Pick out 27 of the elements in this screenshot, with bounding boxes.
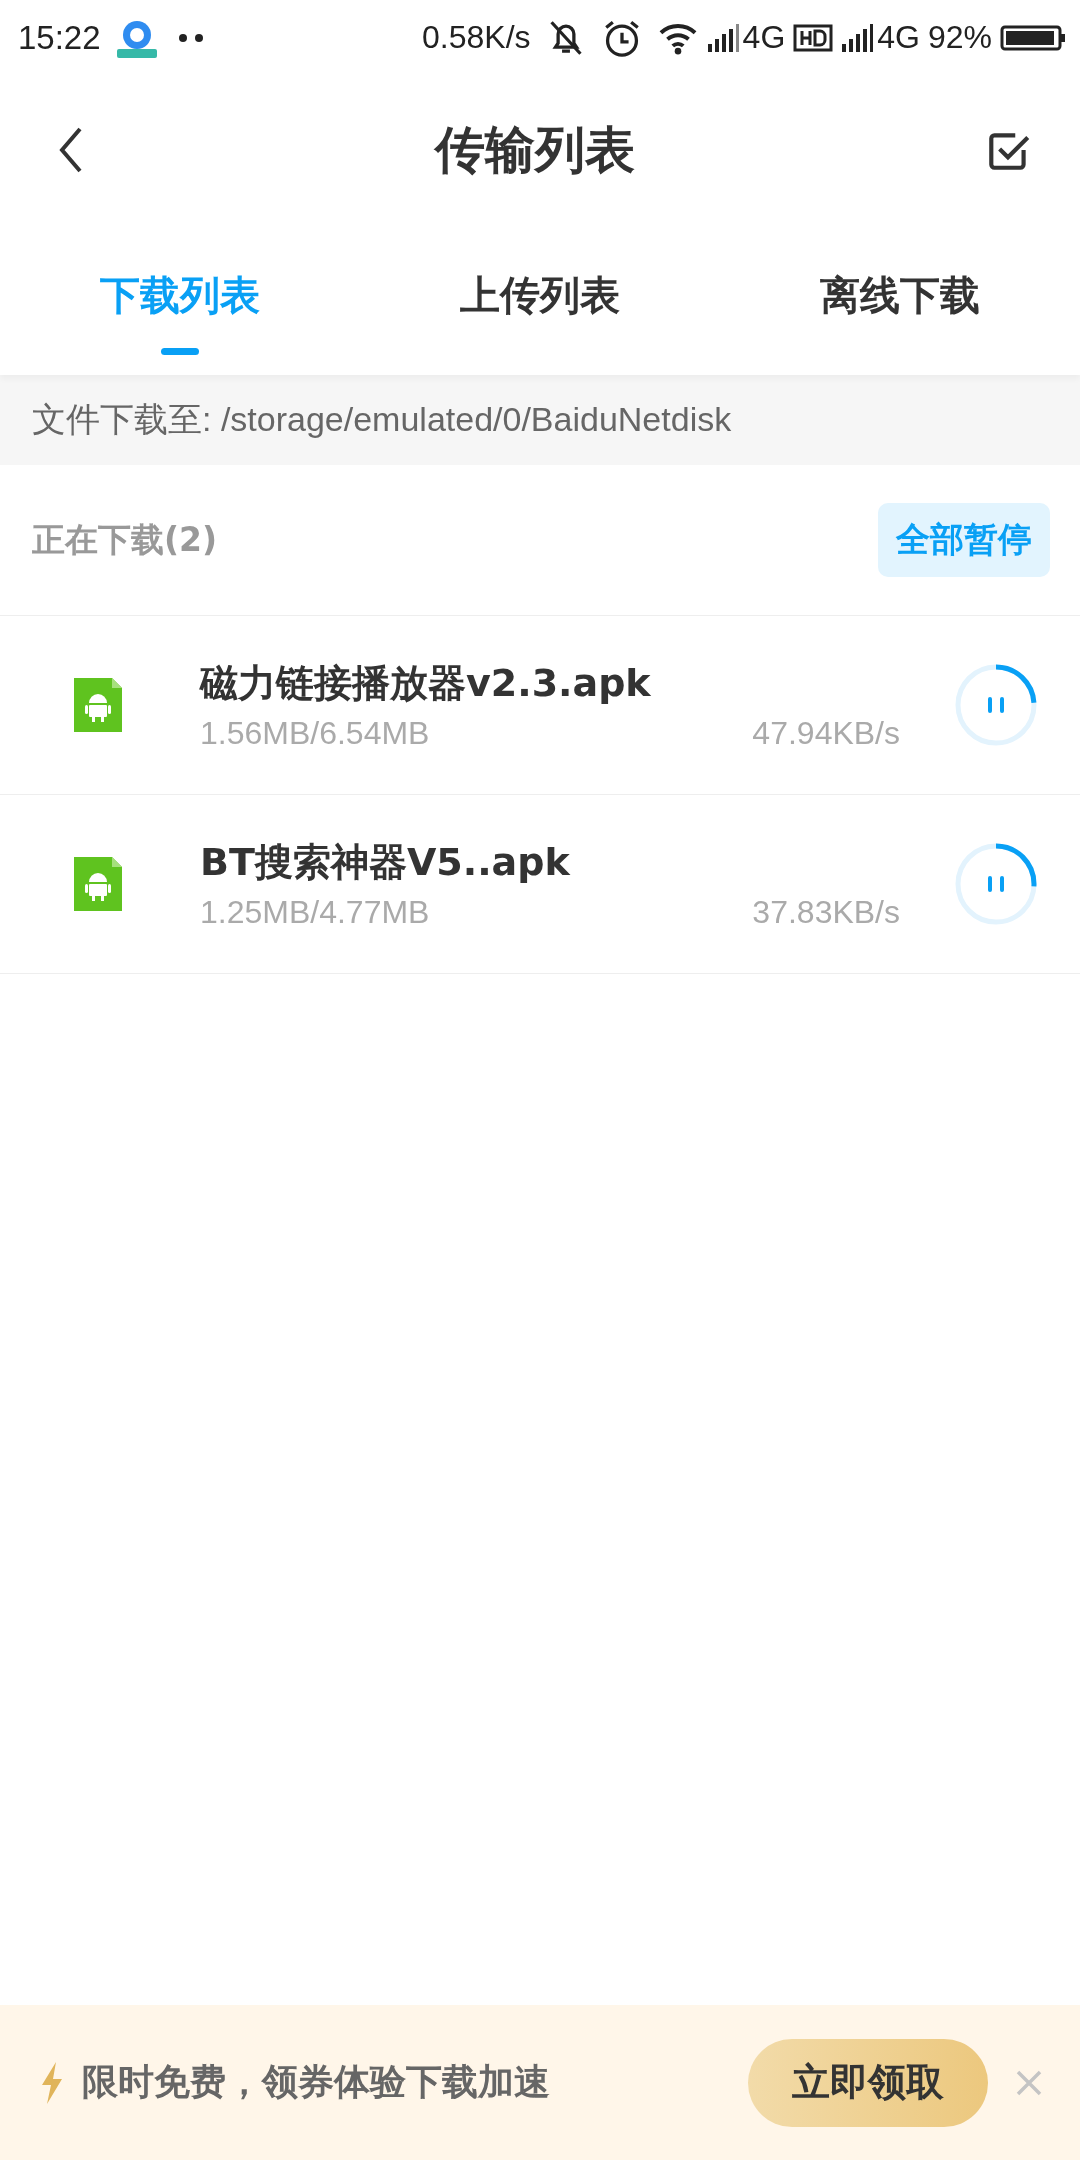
tab[interactable]: 离线下载 <box>720 225 1080 375</box>
signal-icon <box>706 23 741 52</box>
pause-icon <box>988 697 1004 713</box>
hd-icon <box>793 23 834 52</box>
file-size: 1.56MB/6.54MB <box>200 715 430 752</box>
network-speed: 0.58K/s <box>422 19 531 56</box>
download-path: 文件下载至: /storage/emulated/0/BaiduNetdisk <box>0 375 1080 465</box>
signal-icon <box>841 23 876 52</box>
lightning-icon <box>40 2060 64 2105</box>
status-time: 15:22 <box>18 18 101 57</box>
battery-icon <box>1000 23 1066 52</box>
claim-button[interactable]: 立即领取 <box>748 2038 988 2127</box>
file-size: 1.25MB/4.77MB <box>200 894 430 931</box>
page-title: 传输列表 <box>435 119 635 181</box>
apk-file-icon <box>72 676 124 734</box>
promo-text: 限时免费，领券体验下载加速 <box>82 2060 551 2104</box>
network-type: 4G <box>742 19 786 56</box>
file-name: BT搜索神器V5..apk <box>200 839 571 886</box>
file-name: 磁力链接播放器v2.3.apk <box>200 660 652 707</box>
download-speed: 37.83KB/s <box>752 894 900 931</box>
download-speed: 47.94KB/s <box>752 715 900 752</box>
apk-file-icon <box>72 855 124 913</box>
network-type: 4G <box>877 19 920 56</box>
pause-icon <box>988 876 1004 892</box>
section-title: 正在下载(2) <box>32 518 218 561</box>
battery-level: 92% <box>927 19 992 56</box>
tab[interactable]: 上传列表 <box>360 225 720 375</box>
